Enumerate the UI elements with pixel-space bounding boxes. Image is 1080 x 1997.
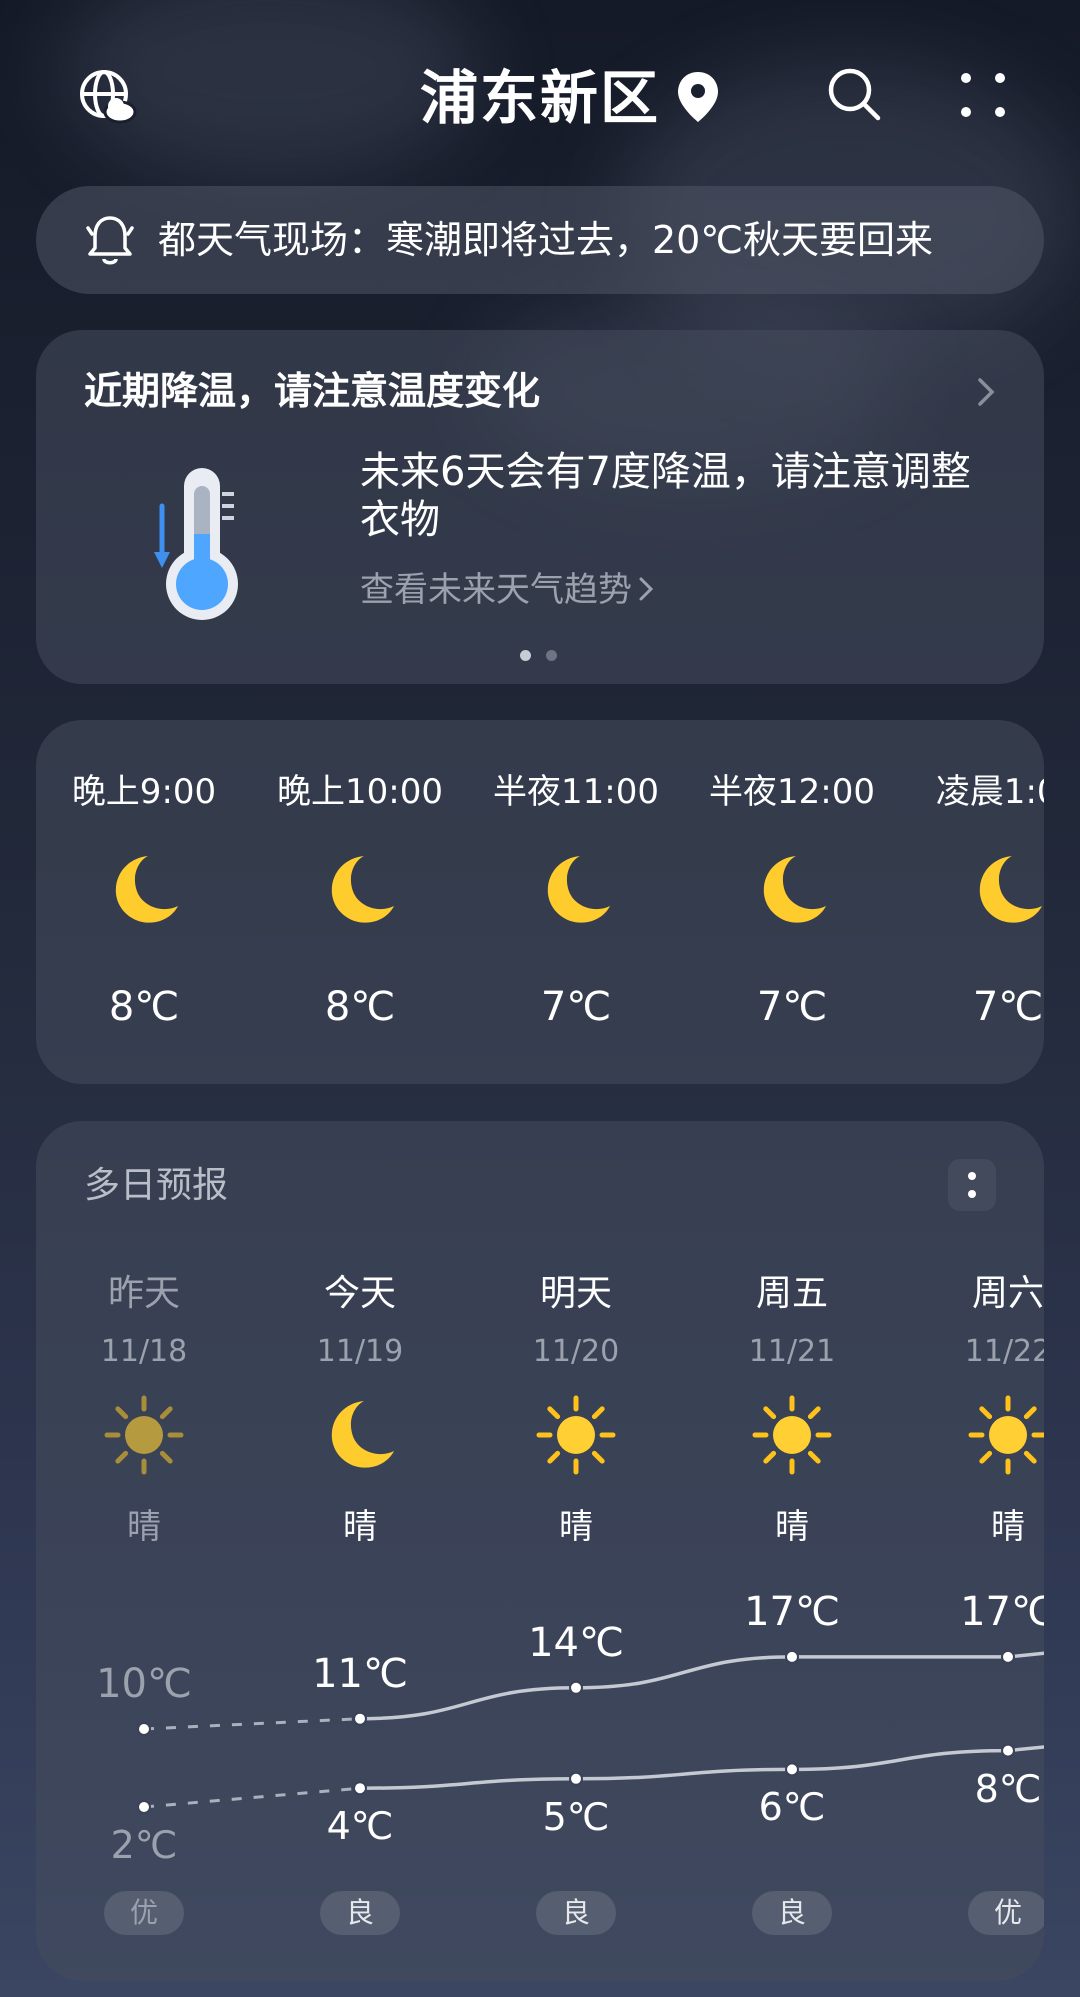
moon-icon xyxy=(320,850,400,930)
low-temp-past-segment xyxy=(143,1786,361,1809)
moon-icon xyxy=(536,850,616,930)
low-temp-point xyxy=(785,1762,799,1777)
moon-icon xyxy=(104,850,184,930)
hourly-item[interactable]: 半夜12:00 7℃ xyxy=(684,720,900,1084)
high-temp-past-segment xyxy=(143,1717,361,1731)
alert-link-label: 查看未来天气趋势 xyxy=(360,570,632,610)
alert-link[interactable]: 查看未来天气趋势 xyxy=(360,568,654,612)
low-temp-point xyxy=(1001,1743,1015,1758)
header: 浦东新区 xyxy=(0,50,1080,140)
pager-dot xyxy=(520,650,531,661)
hourly-forecast-card[interactable]: 晚上9:00 8℃ 晚上10:00 8℃ 半夜11:00 7℃ 半夜12:00 7℃ 凌… xyxy=(36,720,1044,1084)
high-temp-point xyxy=(569,1680,583,1695)
hour-temp: 7℃ xyxy=(756,984,828,1030)
daily-forecast-card[interactable]: 多日预报 昨天 11/18 晴优 10℃ 2℃ 今天 11/19 晴良 11℃ 4℃ 明天 11/2… xyxy=(36,1121,1044,1981)
news-ticker[interactable]: 都天气现场：寒潮即将过去，20℃秋天要回来 xyxy=(36,186,1044,294)
hour-time: 凌晨1:00 xyxy=(935,772,1044,812)
link-chevron-icon xyxy=(638,568,654,612)
hour-time: 晚上9:00 xyxy=(71,772,217,812)
moon-icon xyxy=(752,850,832,930)
hourly-item[interactable]: 半夜11:00 7℃ xyxy=(468,720,684,1084)
hour-time: 半夜11:00 xyxy=(493,772,659,812)
bell-icon xyxy=(86,214,134,268)
low-temp-line xyxy=(359,1745,1044,1790)
more-grid-icon[interactable] xyxy=(958,70,1008,120)
search-icon[interactable] xyxy=(826,66,884,124)
high-temp-point xyxy=(785,1649,799,1664)
hour-time: 晚上10:00 xyxy=(277,772,443,812)
temperature-alert-card[interactable]: 近期降温，请注意温度变化 未来6天会有7度降温，请注意调整衣物 查看未来天气趋势 xyxy=(36,330,1044,684)
hourly-item[interactable]: 晚上10:00 8℃ xyxy=(252,720,468,1084)
hour-time: 半夜12:00 xyxy=(709,772,875,812)
hour-temp: 8℃ xyxy=(108,984,180,1030)
thermometer-icon xyxy=(154,464,244,624)
hourly-item[interactable]: 凌晨1:00 7℃ xyxy=(900,720,1044,1084)
chevron-right-icon[interactable] xyxy=(976,376,996,408)
hour-temp: 7℃ xyxy=(972,984,1044,1030)
hourly-item[interactable]: 晚上9:00 8℃ xyxy=(36,720,252,1084)
location-title[interactable]: 浦东新区 xyxy=(420,60,660,136)
low-temp-point xyxy=(353,1781,367,1796)
low-temp-point xyxy=(137,1800,151,1814)
temperature-trend-chart xyxy=(137,1649,1044,1814)
globe-cloud-icon[interactable] xyxy=(78,68,138,128)
high-temp-line xyxy=(359,1651,1044,1721)
pager-dot xyxy=(546,650,557,661)
high-temp-point xyxy=(353,1711,367,1726)
alert-title: 近期降温，请注意温度变化 xyxy=(84,369,541,413)
high-temp-point xyxy=(137,1722,151,1736)
location-pin-icon[interactable] xyxy=(675,70,721,124)
alert-message: 未来6天会有7度降温，请注意调整衣物 xyxy=(360,449,971,543)
ticker-text: 都天气现场：寒潮即将过去，20℃秋天要回来 xyxy=(158,218,934,262)
pager-dots xyxy=(520,648,580,662)
high-temp-point xyxy=(1001,1649,1015,1664)
moon-icon xyxy=(968,850,1044,930)
hour-temp: 8℃ xyxy=(324,984,396,1030)
low-temp-point xyxy=(569,1771,583,1786)
hour-temp: 7℃ xyxy=(540,984,612,1030)
